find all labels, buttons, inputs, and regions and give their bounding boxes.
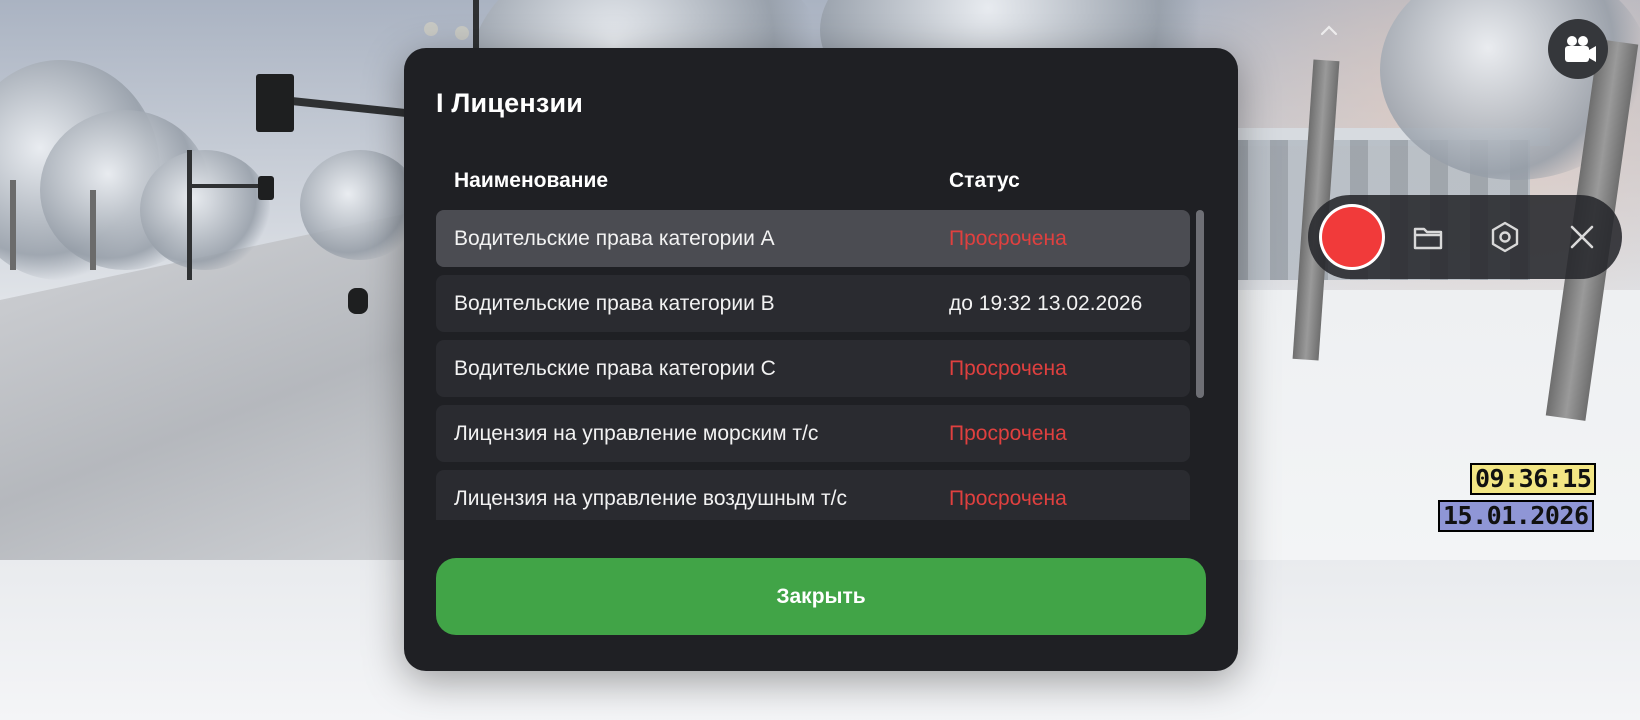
record-button[interactable] (1322, 207, 1382, 267)
dialog-title: I Лицензии (436, 88, 584, 118)
license-name: Водительские права категории C (454, 357, 776, 380)
tree-trunk (90, 190, 96, 270)
video-camera-icon (1565, 36, 1596, 62)
column-header-status: Статус (949, 169, 1020, 192)
lamp-pole (473, 0, 479, 50)
chevron-up-icon[interactable] (1320, 22, 1338, 40)
license-name: Лицензия на управление воздушным т/с (454, 487, 847, 510)
list-scrollbar[interactable] (1196, 210, 1204, 398)
traffic-light-arm (281, 96, 407, 118)
column-header-name: Наименование (454, 169, 609, 192)
clock-date: 15.01.2026 (1438, 500, 1594, 532)
license-row[interactable]: Водительские права категории C Просрочен… (436, 340, 1190, 397)
settings-hexagon-icon[interactable] (1485, 217, 1525, 257)
recording-toolbar (1308, 195, 1622, 279)
clock-time: 09:36:15 (1470, 463, 1597, 495)
traffic-light (256, 74, 294, 132)
tree-trunk (10, 180, 16, 270)
snowy-tree (300, 150, 420, 260)
motorbike (348, 288, 368, 314)
lamp-pole (187, 150, 192, 280)
license-name: Лицензия на управление морским т/с (454, 422, 819, 445)
traffic-light-arm (190, 184, 262, 188)
traffic-light (258, 176, 274, 200)
license-row[interactable]: Водительские права категории A Просрочен… (436, 210, 1190, 267)
license-status: Просрочена (949, 357, 1067, 380)
license-name: Водительские права категории A (454, 227, 775, 250)
license-list[interactable]: Водительские права категории A Просрочен… (436, 210, 1190, 520)
street-lamp (424, 22, 438, 36)
license-row[interactable]: Лицензия на управление воздушным т/с Про… (436, 470, 1190, 520)
folder-icon[interactable] (1408, 217, 1448, 257)
license-status: Просрочена (949, 422, 1067, 445)
license-row[interactable]: Водительские права категории B до 19:32 … (436, 275, 1190, 332)
close-icon[interactable] (1562, 217, 1602, 257)
license-status: до 19:32 13.02.2026 (949, 292, 1143, 315)
licenses-dialog: I Лицензии Наименование Статус Водительс… (404, 48, 1238, 671)
license-name: Водительские права категории B (454, 292, 775, 315)
license-status: Просрочена (949, 487, 1067, 510)
license-row[interactable]: Лицензия на управление морским т/с Проср… (436, 405, 1190, 462)
camera-toggle-button[interactable] (1548, 19, 1608, 79)
street-lamp (455, 26, 469, 40)
license-status: Просрочена (949, 227, 1067, 250)
snowy-tree (140, 150, 270, 270)
close-button[interactable]: Закрыть (436, 558, 1206, 635)
